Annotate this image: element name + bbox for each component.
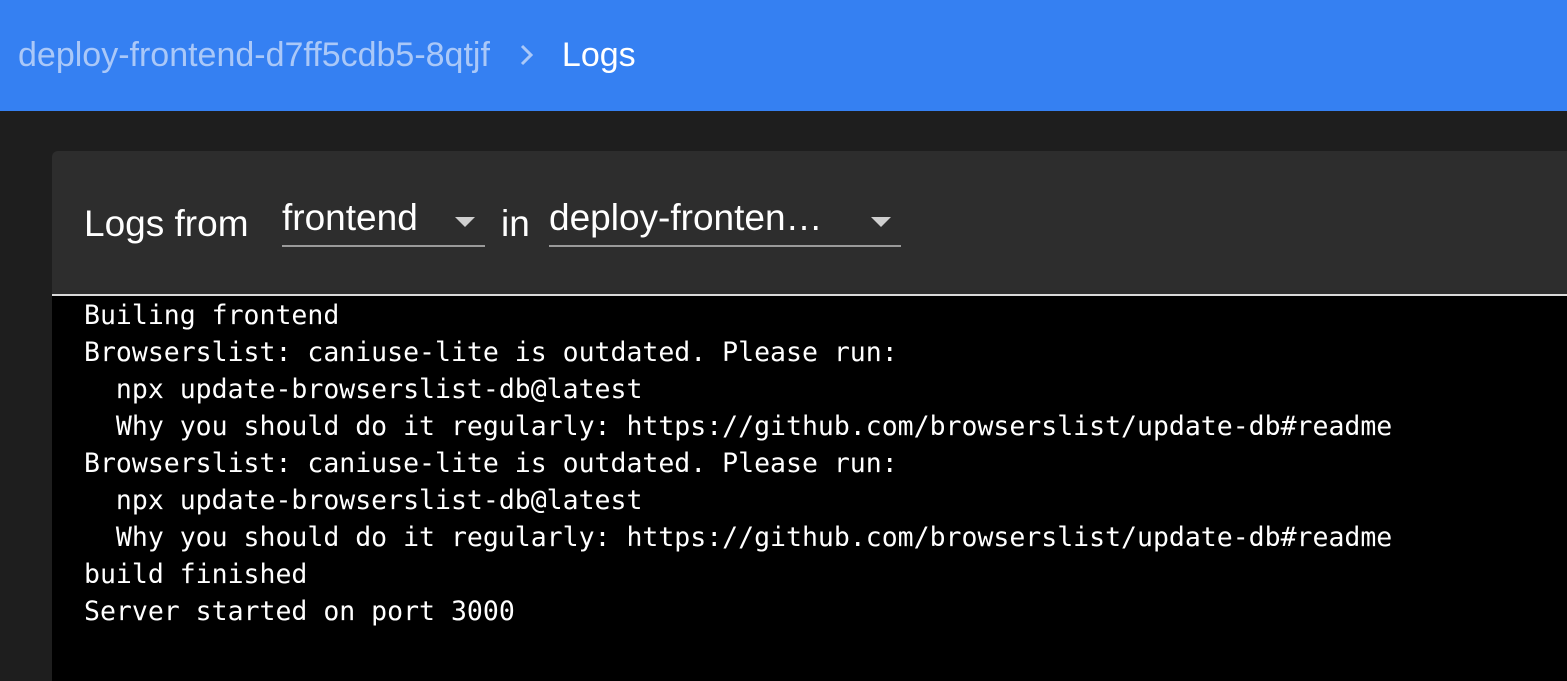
log-line: Browserslist: caniuse-lite is outdated. …: [84, 337, 898, 368]
log-line: npx update-browserslist-db@latest: [84, 374, 643, 405]
arrow-drop-down-icon: [455, 217, 475, 227]
log-line: Why you should do it regularly: https://…: [84, 411, 1393, 442]
logs-from-label: Logs from: [84, 203, 249, 244]
log-line: Server started on port 3000: [84, 596, 515, 627]
pod-select[interactable]: deploy-fronten…: [549, 195, 901, 247]
log-line: Why you should do it regularly: https://…: [84, 522, 1393, 553]
log-line: Builing frontend: [84, 300, 340, 331]
breadcrumb-pod-name[interactable]: deploy-frontend-d7ff5cdb5-8qtjf: [18, 36, 490, 75]
log-output[interactable]: Builing frontend Browserslist: caniuse-l…: [52, 296, 1567, 681]
logs-card: Logs from frontend in deploy-fronten… Bu…: [52, 151, 1567, 681]
page-title: Logs: [561, 36, 636, 74]
container-select-value: frontend: [282, 197, 418, 238]
chevron-right-icon: [520, 44, 534, 65]
pod-select-value: deploy-fronten…: [549, 197, 823, 238]
log-line: build finished: [84, 559, 308, 590]
container-select[interactable]: frontend: [282, 195, 485, 247]
in-label: in: [501, 203, 530, 244]
log-line: Browserslist: caniuse-lite is outdated. …: [84, 448, 898, 479]
top-bar: deploy-frontend-d7ff5cdb5-8qtjf Logs: [0, 0, 1567, 111]
arrow-drop-down-icon: [871, 217, 891, 227]
log-line: npx update-browserslist-db@latest: [84, 485, 643, 516]
logs-card-header: Logs from frontend in deploy-fronten…: [52, 151, 1567, 296]
